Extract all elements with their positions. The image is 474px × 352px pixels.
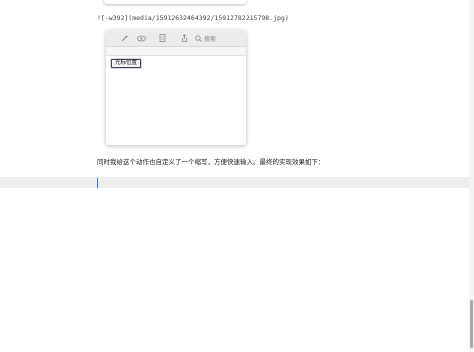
paragraph-text[interactable]: 同时我给这个动作也自定义了一个缩写，方便快速输入。最终的实现效果如下： xyxy=(97,156,325,166)
text-caret xyxy=(97,178,98,188)
image-markdown-line[interactable]: ![-w392](media/15912632464392/1591278221… xyxy=(97,14,289,22)
share-icon xyxy=(178,33,190,43)
current-line-highlight[interactable] xyxy=(0,177,474,188)
screenshot-toolbar: 搜索 xyxy=(106,30,246,47)
previous-screenshot-frame xyxy=(104,0,246,4)
embedded-screenshot: 搜索 光标位置 xyxy=(106,30,246,145)
markdown-editor[interactable]: ![-w392](media/15912632464392/1591278221… xyxy=(0,0,474,352)
scrollbar-thumb[interactable] xyxy=(470,300,473,348)
cursor-position-tag: 光标位置 xyxy=(111,59,142,68)
eye-icon xyxy=(134,33,148,43)
search-icon xyxy=(195,34,202,42)
search-placeholder: 搜索 xyxy=(204,35,217,43)
document-icon xyxy=(156,33,168,43)
magic-wand-icon xyxy=(118,33,132,43)
search-field: 搜索 xyxy=(195,33,221,43)
screenshot-subbar xyxy=(106,47,246,56)
